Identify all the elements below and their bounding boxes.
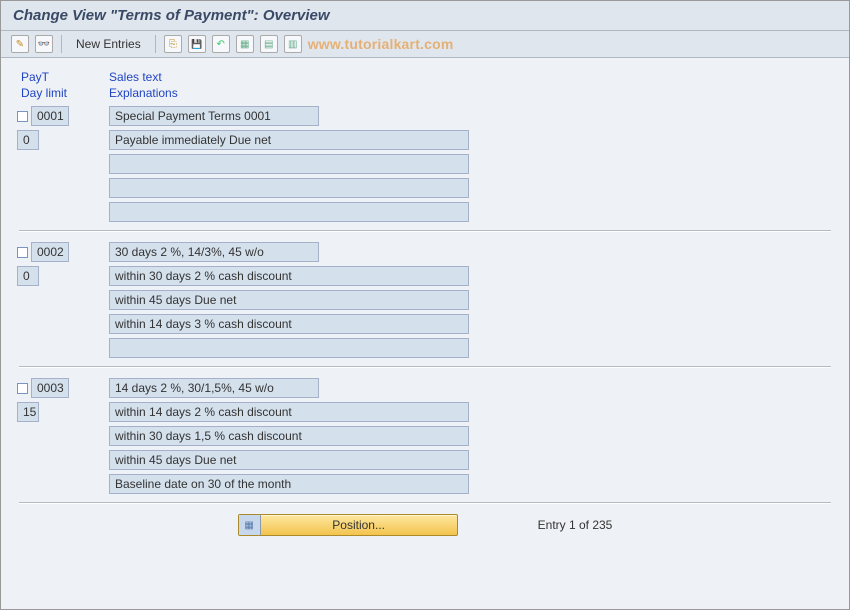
payt-row: 0002 xyxy=(17,242,69,262)
entry-right-column: 14 days 2 %, 30/1,5%, 45 w/o within 14 d… xyxy=(109,378,841,494)
explanation-field[interactable] xyxy=(109,154,469,174)
deselect-all-icon[interactable] xyxy=(284,35,302,53)
new-entries-button[interactable]: New Entries xyxy=(70,37,147,51)
toolbar: New Entries www.tutorialkart.com xyxy=(1,31,849,58)
select-checkbox[interactable] xyxy=(17,247,28,258)
header-day-limit: Day limit xyxy=(21,86,109,100)
row-separator xyxy=(19,502,831,504)
entry-left-column: 0002 0 xyxy=(13,242,109,358)
footer-row: Position... Entry 1 of 235 xyxy=(9,514,841,536)
position-icon xyxy=(239,515,261,535)
copy-as-icon[interactable] xyxy=(164,35,182,53)
sales-text-field[interactable]: 14 days 2 %, 30/1,5%, 45 w/o xyxy=(109,378,319,398)
row-separator xyxy=(19,366,831,368)
select-checkbox[interactable] xyxy=(17,111,28,122)
select-checkbox[interactable] xyxy=(17,383,28,394)
toolbar-divider xyxy=(61,35,62,53)
toolbar-divider xyxy=(155,35,156,53)
sales-text-field[interactable]: Special Payment Terms 0001 xyxy=(109,106,319,126)
explanation-field[interactable]: Baseline date on 30 of the month xyxy=(109,474,469,494)
day-limit-field[interactable]: 0 xyxy=(17,130,39,150)
row-separator xyxy=(19,230,831,232)
entry-row: 0003 15 14 days 2 %, 30/1,5%, 45 w/o wit… xyxy=(13,378,841,494)
header-explanations: Explanations xyxy=(109,86,841,100)
display-icon[interactable] xyxy=(35,35,53,53)
header-sales-text: Sales text xyxy=(109,70,841,84)
position-button[interactable]: Position... xyxy=(238,514,458,536)
entry-left-column: 0001 0 xyxy=(13,106,109,222)
content-area: PayT Sales text Day limit Explanations 0… xyxy=(1,58,849,536)
explanation-field[interactable] xyxy=(109,178,469,198)
header-payt: PayT xyxy=(21,70,109,84)
payt-field[interactable]: 0001 xyxy=(31,106,69,126)
sales-text-field[interactable]: 30 days 2 %, 14/3%, 45 w/o xyxy=(109,242,319,262)
undo-icon[interactable] xyxy=(212,35,230,53)
day-limit-field[interactable]: 0 xyxy=(17,266,39,286)
explanation-field[interactable]: within 14 days 2 % cash discount xyxy=(109,402,469,422)
explanation-field[interactable] xyxy=(109,338,469,358)
save-icon[interactable] xyxy=(188,35,206,53)
explanation-field[interactable]: Payable immediately Due net xyxy=(109,130,469,150)
explanation-field[interactable]: within 45 days Due net xyxy=(109,450,469,470)
watermark-text: www.tutorialkart.com xyxy=(308,36,454,52)
entry-right-column: 30 days 2 %, 14/3%, 45 w/o within 30 day… xyxy=(109,242,841,358)
explanation-field[interactable] xyxy=(109,202,469,222)
entry-row: 0001 0 Special Payment Terms 0001 Payabl… xyxy=(13,106,841,222)
column-header-row-2: Day limit Explanations xyxy=(21,86,841,100)
payt-field[interactable]: 0003 xyxy=(31,378,69,398)
entry-row: 0002 0 30 days 2 %, 14/3%, 45 w/o within… xyxy=(13,242,841,358)
entry-count-text: Entry 1 of 235 xyxy=(538,518,613,532)
day-limit-field[interactable]: 15 xyxy=(17,402,39,422)
explanation-field[interactable]: within 30 days 1,5 % cash discount xyxy=(109,426,469,446)
payt-row: 0003 xyxy=(17,378,69,398)
payt-row: 0001 xyxy=(17,106,69,126)
entry-left-column: 0003 15 xyxy=(13,378,109,494)
position-label: Position... xyxy=(261,518,457,532)
explanation-field[interactable]: within 14 days 3 % cash discount xyxy=(109,314,469,334)
payt-field[interactable]: 0002 xyxy=(31,242,69,262)
explanation-field[interactable]: within 45 days Due net xyxy=(109,290,469,310)
title-text: Change View "Terms of Payment": Overview xyxy=(13,7,330,24)
entry-right-column: Special Payment Terms 0001 Payable immed… xyxy=(109,106,841,222)
select-block-icon[interactable] xyxy=(260,35,278,53)
explanation-field[interactable]: within 30 days 2 % cash discount xyxy=(109,266,469,286)
window-title: Change View "Terms of Payment": Overview xyxy=(1,1,849,31)
column-header-row-1: PayT Sales text xyxy=(21,70,841,84)
select-all-icon[interactable] xyxy=(236,35,254,53)
toggle-change-icon[interactable] xyxy=(11,35,29,53)
